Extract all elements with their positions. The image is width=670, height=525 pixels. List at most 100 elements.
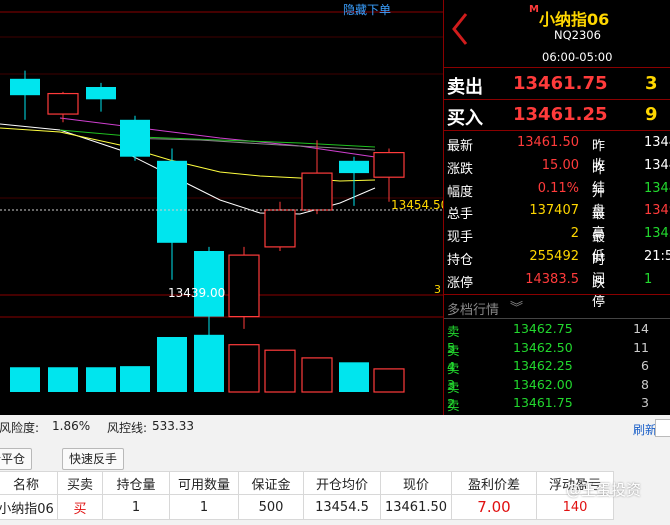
volume-bar (373, 368, 405, 393)
limit-close-button[interactable]: 限价平仓 (0, 448, 33, 470)
volume-bar (339, 362, 369, 392)
corner-number: 3 (434, 283, 441, 296)
back-chevron-icon[interactable] (450, 12, 470, 46)
quote-value: 13461.50 (516, 135, 579, 150)
refresh-button[interactable]: 刷新 (633, 421, 657, 438)
quote-value: 15.00 (541, 157, 579, 173)
low-price-label: 13439.00 (168, 286, 226, 300)
order-book-volume: 14 (633, 321, 649, 336)
candle-body[interactable] (228, 254, 260, 318)
candle-body[interactable] (120, 119, 150, 157)
quote-label: 涨停 (447, 275, 474, 291)
quote-value: 1 (644, 271, 653, 287)
quote-value: 14383.5 (525, 271, 579, 287)
double-chevron-down-icon[interactable]: ︾ (510, 297, 523, 316)
quote-value: 1344 (644, 135, 670, 150)
candle-body[interactable] (47, 92, 79, 115)
volume-bar (194, 334, 224, 392)
quote-value: 1344 (644, 157, 670, 173)
quote-value: 1349 (644, 203, 670, 219)
table-row[interactable]: 小纳指06 买 1 1 500 13454.5 13461.50 7.00 140 (0, 494, 614, 520)
table-cell: 买 (57, 494, 103, 520)
last-price-label: 13454.50 (391, 198, 449, 212)
contract-code: NQ2306 (554, 28, 601, 42)
quote-value: 137407 (529, 203, 579, 219)
table-cell: 13454.5 (303, 494, 381, 520)
table-header[interactable]: 保证金 (238, 471, 304, 495)
volume-bar (120, 366, 150, 392)
risk-line-value: 533.33 (152, 419, 194, 433)
trading-session: 06:00-05:00 (542, 50, 613, 64)
table-header[interactable]: 盈利价差 (451, 471, 537, 495)
volume-bar (301, 357, 333, 393)
moving-average-line (119, 137, 376, 151)
scroll-down-button[interactable] (655, 419, 670, 437)
table-header[interactable]: 现价 (380, 471, 452, 495)
quote-label: 总手 (447, 207, 474, 223)
risk-value: 1.86% (52, 419, 91, 433)
candle-body[interactable] (157, 160, 187, 243)
quote-value: 1343 (644, 226, 670, 242)
volume-bar (264, 349, 296, 393)
order-book-volume: 3 (641, 395, 649, 411)
quote-label: 最新 (447, 139, 474, 154)
table-cell: 1 (102, 494, 170, 520)
candle-body[interactable] (301, 172, 333, 211)
depth-title[interactable]: 多档行情 (447, 299, 499, 318)
contract-title: 小纳指06 (539, 10, 610, 29)
kline-chart[interactable]: 隐藏下单 13454.50 13439.00 3 (0, 0, 448, 415)
order-book-volume: 6 (641, 358, 649, 374)
order-book-price: 13462.25 (513, 358, 573, 374)
quote-panel: M 小纳指06 NQ2306 06:00-05:00 卖出 13461.75 3… (443, 0, 670, 429)
positions-table: 名称 买卖 持仓量 可用数量 保证金 开仓均价 现价 盈利价差 浮动盈亏 小纳指06 买 1 1 500… (0, 471, 614, 520)
quick-reverse-button[interactable]: 快速反手 (62, 448, 125, 470)
candle-body[interactable] (373, 152, 405, 178)
risk-label: 风险度: (0, 421, 40, 435)
table-header[interactable]: 开仓均价 (303, 471, 381, 495)
table-cell: 7.00 (451, 494, 537, 520)
candle-body[interactable] (194, 251, 224, 317)
volume-bar (228, 344, 260, 393)
candle-body[interactable] (86, 87, 116, 100)
candlestick-chart-svg[interactable] (0, 0, 443, 415)
bid-volume: 9 (645, 104, 658, 125)
m-badge: M (529, 4, 539, 15)
volume-bar (157, 337, 187, 392)
candle-body[interactable] (339, 160, 369, 174)
candle-body[interactable] (10, 78, 40, 96)
quote-label: 持仓 (447, 253, 474, 268)
table-header[interactable]: 持仓量 (102, 471, 170, 495)
quote-label: 涨跌 (447, 161, 474, 177)
table-header[interactable]: 可用数量 (169, 471, 239, 495)
order-book-price: 13461.75 (513, 395, 573, 411)
table-cell: 13461.50 (380, 494, 452, 520)
order-book-price: 13462.50 (513, 339, 573, 355)
table-header[interactable]: 买卖 (57, 471, 103, 495)
order-book-volume: 8 (641, 376, 649, 392)
position-panel: 风险度: 1.86% 风控线: 533.33 刷新 限价平仓 快速反手 名称买卖… (0, 415, 670, 525)
quote-value: 21:5 (644, 249, 670, 264)
volume-bar (10, 367, 40, 392)
candle-body[interactable] (264, 209, 296, 248)
order-book-volume: 11 (633, 339, 649, 355)
table-cell: 500 (238, 494, 304, 520)
bid-price[interactable]: 13461.25 (513, 104, 608, 125)
bid-label: 买入 (447, 108, 483, 129)
table-header[interactable]: 名称 (0, 471, 58, 495)
moving-average-line (59, 129, 376, 148)
quote-label: 幅度 (447, 184, 474, 200)
risk-line-label: 风控线: (107, 421, 148, 435)
order-book-price: 13462.00 (513, 376, 573, 392)
quote-value: 2 (570, 226, 579, 242)
ask-volume: 3 (645, 73, 658, 94)
ask-label: 卖出 (447, 77, 483, 98)
quote-label: 现手 (447, 230, 474, 246)
table-cell: 1 (169, 494, 239, 520)
ask-price[interactable]: 13461.75 (513, 73, 608, 94)
order-book-price: 13462.75 (513, 321, 573, 336)
quote-value: 0.11% (537, 180, 579, 196)
quote-value: 255492 (529, 249, 579, 264)
volume-bar (48, 367, 78, 392)
moving-average-line (59, 117, 376, 158)
hide-order-link[interactable]: 隐藏下单 (343, 1, 391, 18)
